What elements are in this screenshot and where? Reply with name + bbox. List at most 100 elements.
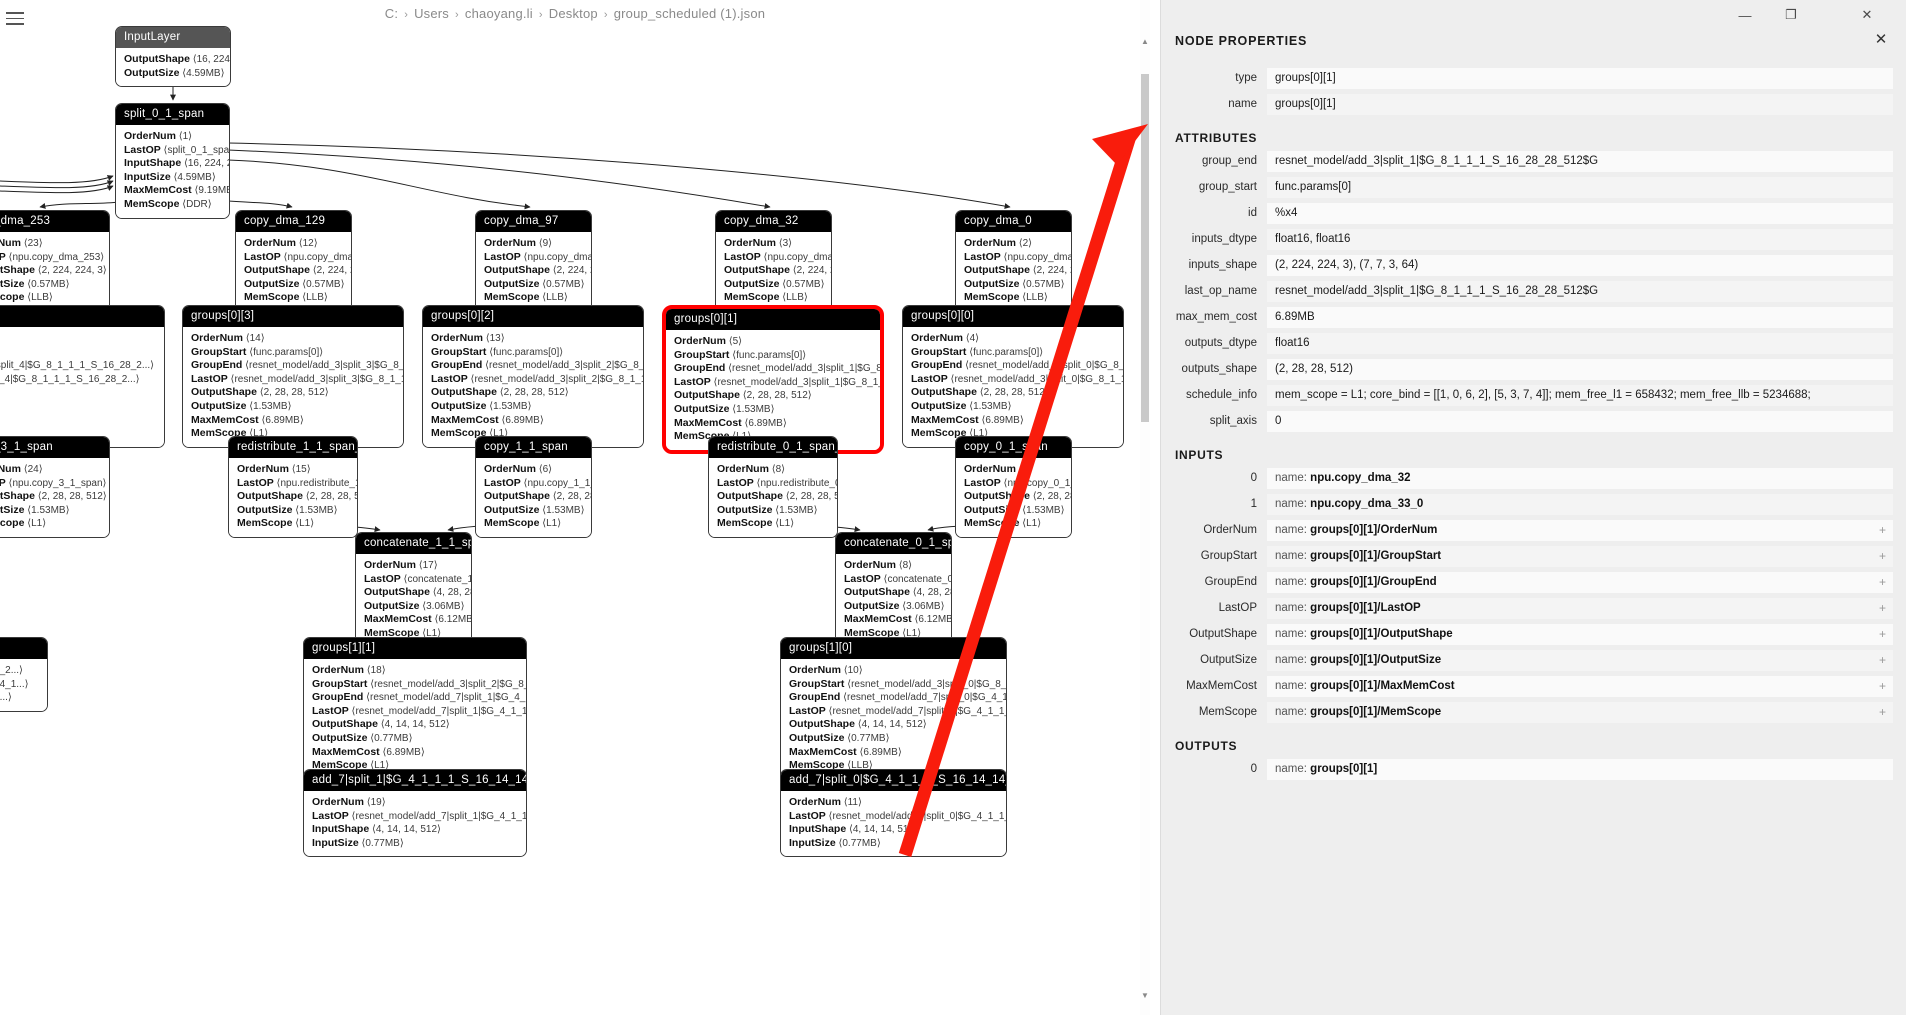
attribute-value[interactable]: mem_scope = L1; core_bind = [[1, 0, 6, 2… [1267, 385, 1893, 406]
input-value[interactable]: name: groups[0][1]/MaxMemCost + [1267, 676, 1893, 697]
expand-plus-icon[interactable]: + [1879, 523, 1886, 537]
node-attribute-key: GroupEnd [789, 691, 841, 704]
scroll-up-arrow-icon[interactable]: ▲ [1140, 36, 1150, 48]
breadcrumb-item[interactable]: Desktop [549, 6, 598, 21]
graph-node-copy_3_1_span[interactable]: copy_3_1_spanOrderNum ⟨24⟩LastOP ⟨npu.co… [0, 436, 110, 538]
attribute-value[interactable]: resnet_model/add_3|split_1|$G_8_1_1_1_S_… [1267, 151, 1893, 172]
breadcrumb-item[interactable]: chaoyang.li [465, 6, 533, 21]
graph-node-copy_dma_32[interactable]: copy_dma_32 OrderNum ⟨3⟩ LastOP ⟨npu.copy_… [715, 210, 832, 312]
node-attribute-key: OutputShape [674, 389, 740, 402]
graph-node-groups_0_2[interactable]: groups[0][2] OrderNum ⟨13⟩ GroupStart ⟨fun… [422, 305, 644, 448]
node-attribute-key: OutputSize [724, 277, 780, 290]
breadcrumb-item[interactable]: C: [385, 6, 398, 21]
input-value[interactable]: name: groups[0][1]/GroupEnd + [1267, 572, 1893, 593]
node-attribute-value: ⟨resnet_model/add_3|split_0|$G_8_1_1_1_S… [950, 373, 1123, 385]
node-attribute-row: OrderNum ⟨10⟩ [789, 664, 998, 678]
node-attribute-row: LastOP ⟨npu.copy_dma_97⟩ [484, 251, 591, 265]
node-property-value[interactable]: groups[0][1] [1267, 68, 1893, 89]
graph-node-groups_0_0[interactable]: groups[0][0] OrderNum ⟨4⟩ GroupStart ⟨func… [902, 305, 1124, 448]
graph-node-copy_1_1_span[interactable]: copy_1_1_span OrderNum ⟨6⟩ LastOP ⟨npu.cop… [475, 436, 592, 538]
graph-node-copy_0_1_span[interactable]: copy_0_1_span OrderNum ⟨7⟩ LastOP ⟨npu.cop… [955, 436, 1072, 538]
node-header: groups[0][4] [0, 306, 164, 327]
input-value-text: npu.copy_dma_32 [1310, 472, 1411, 484]
attribute-value[interactable]: (2, 224, 224, 3), (7, 7, 3, 64) [1267, 255, 1893, 276]
input-value[interactable]: name: groups[0][1]/LastOP + [1267, 598, 1893, 619]
input-value[interactable]: name: groups[0][1]/MemScope + [1267, 702, 1893, 723]
input-value[interactable]: name: npu.copy_dma_32 [1267, 468, 1893, 489]
node-attribute-value: ⟨npu.redistribute_0_1_span⟩ [756, 477, 837, 489]
node-attribute-value: ⟨9⟩ [535, 238, 553, 249]
attributes-list: group_end resnet_model/add_3|split_1|$G_8… [1161, 151, 1906, 432]
node-attribute-row: OutputShape ⟨2, 28, 28, 512⟩ [0, 490, 107, 504]
input-row: MaxMemCost name: groups[0][1]/MaxMemCost + [1175, 676, 1893, 697]
node-attribute-key: MemScope [484, 517, 540, 530]
attribute-value[interactable]: 0 [1267, 411, 1893, 432]
graph-node-groups_0_4[interactable]: groups[0][4]OrderNum ⟨22⟩GroupStart ⟨fun… [0, 305, 165, 448]
node-attribute-key: LastOP [364, 572, 401, 585]
expand-plus-icon[interactable]: + [1879, 627, 1886, 641]
node-attribute-value: ⟨LLB⟩ [779, 292, 808, 304]
graph-node-groups_0_3[interactable]: groups[0][3] OrderNum ⟨14⟩ GroupStart ⟨fun… [182, 305, 404, 448]
canvas-scroll-thumb[interactable] [1141, 74, 1149, 422]
node-attribute-value: ⟨L1⟩ [539, 518, 562, 530]
input-value-text: groups[0][1]/GroupEnd [1310, 576, 1437, 588]
output-value[interactable]: name: groups[0][1] [1267, 759, 1893, 780]
node-attribute-key: OrderNum [484, 237, 536, 249]
graph-canvas[interactable]: InputLayerOutputShape ⟨16, 224, 224, 3⟩O… [0, 0, 1150, 1015]
node-attribute-value: ⟨13⟩ [482, 333, 505, 344]
node-attribute-row: LastOP ⟨npu.copy_dma_253⟩ [0, 251, 104, 265]
attribute-value[interactable]: float16 [1267, 333, 1893, 354]
breadcrumb-item[interactable]: Users [414, 6, 449, 21]
attribute-value[interactable]: func.params[0] [1267, 177, 1893, 198]
node-property-value[interactable]: groups[0][1] [1267, 94, 1893, 115]
graph-node-groups_1_0[interactable]: groups[1][0] OrderNum ⟨10⟩ GroupStart ⟨res… [780, 637, 1007, 780]
node-attribute-value: ⟨LLB⟩ [299, 292, 328, 304]
node-attribute-value: ⟨resnet_model/add_7|split_1|$G_4_1_1_1_S… [351, 810, 527, 822]
panel-scroll-container[interactable]: type groups[0][1] name groups[0][1] ATTRIBU… [1161, 26, 1906, 1015]
node-attribute-value: ⟨2, 224, 224, 3⟩ [552, 265, 591, 277]
graph-node-copy_dma_129[interactable]: copy_dma_129 OrderNum ⟨12⟩ LastOP ⟨npu.cop… [235, 210, 352, 312]
graph-node-concatenate_1_1_span[interactable]: concatenate_1_1_span OrderNum ⟨17⟩LastOP … [355, 532, 472, 648]
expand-plus-icon[interactable]: + [1879, 705, 1886, 719]
node-attribute-row: LastOP ⟨resnet_model/add_3|split_0|$G_8_… [911, 373, 1123, 387]
graph-node-copy_dma_253[interactable]: copy_dma_253OrderNum ⟨23⟩LastOP ⟨npu.cop… [0, 210, 110, 312]
graph-node-groups_0_1[interactable]: groups[0][1] OrderNum ⟨5⟩ GroupStart ⟨func… [662, 305, 884, 454]
graph-node-redistribute_1_1_span_0[interactable]: redistribute_1_1_span_0 OrderNum ⟨15⟩ Last… [228, 436, 358, 538]
attribute-value[interactable]: (2, 28, 28, 512) [1267, 359, 1893, 380]
input-value[interactable]: name: groups[0][1]/OutputSize + [1267, 650, 1893, 671]
graph-node-add7_split1[interactable]: add_7|split_1|$G_4_1_1_1_S_16_14_14_1024… [303, 769, 527, 858]
attribute-value[interactable]: resnet_model/add_3|split_1|$G_8_1_1_1_S_… [1267, 281, 1893, 302]
expand-plus-icon[interactable]: + [1879, 679, 1886, 693]
input-value-text: groups[0][1]/MemScope [1310, 706, 1442, 718]
attribute-value[interactable]: %x4 [1267, 203, 1893, 224]
input-value[interactable]: name: npu.copy_dma_33_0 [1267, 494, 1893, 515]
attribute-value[interactable]: 6.89MB [1267, 307, 1893, 328]
node-attribute-value: ⟨func.params[0]⟩ [486, 346, 564, 358]
graph-node-copy_dma_97[interactable]: copy_dma_97 OrderNum ⟨9⟩ LastOP ⟨npu.copy_… [475, 210, 592, 312]
expand-plus-icon[interactable]: + [1879, 601, 1886, 615]
input-value[interactable]: name: groups[0][1]/GroupStart + [1267, 546, 1893, 567]
graph-node-split_0_1_span[interactable]: split_0_1_span OrderNum ⟨1⟩ LastOP ⟨split_… [115, 103, 230, 219]
expand-plus-icon[interactable]: + [1879, 653, 1886, 667]
node-attribute-row: OutputShape ⟨2, 224, 224, 3⟩ [484, 264, 591, 278]
graph-node-inputlayer[interactable]: InputLayerOutputShape ⟨16, 224, 224, 3⟩O… [115, 26, 231, 88]
graph-node-clip_left_bottom[interactable]: ...6_28_2...⟩ ...16_14_1...⟩ ...14_1...⟩ [0, 637, 48, 712]
menu-hamburger-icon[interactable] [4, 8, 26, 30]
breadcrumb-item[interactable]: group_scheduled (1).json [614, 6, 766, 21]
expand-plus-icon[interactable]: + [1879, 549, 1886, 563]
node-attribute-row: InputSize ⟨0.77MB⟩ [312, 837, 518, 851]
expand-plus-icon[interactable]: + [1879, 575, 1886, 589]
node-attribute-value: ⟨4.59MB⟩ [179, 67, 225, 79]
graph-node-redistribute_0_1_span_0[interactable]: redistribute_0_1_span_0 OrderNum ⟨8⟩ LastO… [708, 436, 838, 538]
graph-node-concatenate_0_1_span[interactable]: concatenate_0_1_spanOrderNum ⟨8⟩LastOP ⟨… [835, 532, 952, 648]
graph-node-copy_dma_0[interactable]: copy_dma_0 OrderNum ⟨2⟩ LastOP ⟨npu.copy_d… [955, 210, 1072, 312]
attribute-value[interactable]: float16, float16 [1267, 229, 1893, 250]
output-value-text: groups[0][1] [1310, 763, 1378, 775]
canvas-vertical-scrollbar[interactable]: ▲ ▼ [1140, 0, 1150, 1015]
graph-node-add7_split0[interactable]: add_7|split_0|$G_4_1_1_1_S_16_14_14_1024… [780, 769, 1007, 858]
input-value[interactable]: name: groups[0][1]/OutputShape + [1267, 624, 1893, 645]
input-value[interactable]: name: groups[0][1]/OrderNum + [1267, 520, 1893, 541]
graph-node-groups_1_1[interactable]: groups[1][1] OrderNum ⟨18⟩ GroupStart ⟨res… [303, 637, 527, 780]
scroll-down-arrow-icon[interactable]: ▼ [1140, 990, 1150, 1002]
input-value-text: groups[0][1]/OrderNum [1310, 524, 1438, 536]
